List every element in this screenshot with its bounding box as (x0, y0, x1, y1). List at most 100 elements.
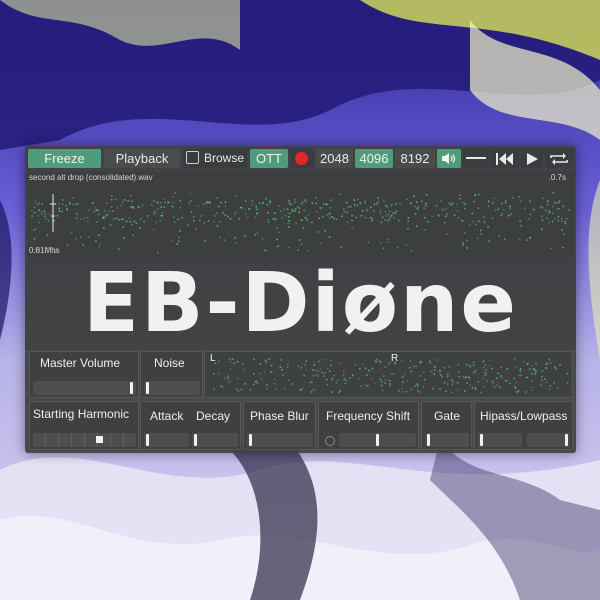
master-volume-slider[interactable] (33, 381, 136, 395)
stereo-dot (439, 370, 441, 373)
stereo-dot (227, 377, 229, 379)
phase-blur-thumb[interactable] (249, 434, 252, 446)
spectrum-dot (157, 208, 159, 210)
speaker-button[interactable] (437, 149, 461, 168)
decay-slider[interactable] (192, 433, 238, 447)
spectrum-dot (558, 200, 561, 202)
noise-thumb[interactable] (146, 382, 149, 394)
attack-thumb[interactable] (146, 434, 149, 446)
stereo-dot (331, 378, 333, 381)
stereo-dot (282, 374, 284, 377)
stereo-dot (413, 365, 415, 368)
stereo-dot (266, 384, 268, 386)
lowpass-thumb[interactable] (565, 434, 568, 446)
stereo-dot (213, 372, 215, 375)
stereo-dot (524, 391, 527, 393)
stereo-dot (217, 372, 220, 375)
stereo-dot (535, 362, 537, 365)
line-button[interactable] (463, 149, 489, 168)
playback-button[interactable]: Playback (104, 149, 180, 168)
stereo-dot (515, 381, 517, 384)
frequency-shift-label: Frequency Shift (326, 409, 411, 423)
spectrum-dot (462, 244, 464, 246)
spectrum-dot (69, 203, 71, 205)
spectrum-dot (229, 218, 232, 220)
fft-8192-button[interactable]: 8192 (395, 149, 435, 168)
stereo-dot (398, 390, 400, 392)
master-volume-thumb[interactable] (130, 382, 133, 394)
spectrum-dot (79, 218, 82, 220)
frequency-shift-slider[interactable] (339, 433, 416, 447)
stereo-dot (333, 374, 336, 377)
harmonic-tick (123, 433, 124, 447)
spectrum-dot (554, 202, 556, 204)
hipass-slider[interactable] (478, 433, 522, 447)
browse-toggle[interactable]: Browse (183, 149, 247, 168)
spectrum-dot (424, 217, 426, 219)
stereo-dot (439, 374, 442, 376)
fft-4096-button[interactable]: 4096 (355, 149, 393, 168)
spectrum-dot (315, 197, 317, 199)
starting-harmonic-thumb[interactable] (96, 436, 103, 443)
stereo-dot (492, 384, 494, 387)
spectrum-dot (146, 215, 149, 217)
lowpass-slider[interactable] (527, 433, 570, 447)
stereo-dot (288, 379, 290, 381)
spectrum-dot (298, 211, 300, 213)
spectrum-dot (120, 204, 122, 207)
spectrum-dot (140, 218, 142, 220)
attack-slider[interactable] (144, 433, 189, 447)
gate-slider[interactable] (425, 433, 469, 447)
spectrum-dot (474, 194, 477, 196)
freeze-button[interactable]: Freeze (28, 149, 101, 168)
spectrum-dot (548, 221, 550, 224)
starting-harmonic-slider[interactable] (33, 433, 136, 447)
stereo-dot (273, 383, 276, 385)
fft-2048-button[interactable]: 2048 (316, 149, 353, 168)
spectrum-dot (528, 218, 530, 220)
stereo-dot (513, 358, 516, 360)
spectrum-dot (222, 212, 224, 214)
spectrum-dot (273, 212, 276, 214)
spectrum-dot (120, 218, 123, 220)
stereo-dot (531, 380, 533, 382)
stereo-dot (445, 390, 447, 392)
spectrum-dot (541, 219, 544, 221)
harmonic-tick (84, 433, 85, 447)
stereo-dot (527, 363, 529, 365)
skip-back-button[interactable] (491, 149, 519, 168)
play-button[interactable] (521, 149, 543, 168)
stereo-dot (499, 386, 501, 388)
decay-thumb[interactable] (194, 434, 197, 446)
spectrum-dot (209, 202, 211, 204)
browse-checkbox[interactable] (185, 151, 199, 164)
gate-thumb[interactable] (427, 434, 430, 446)
stereo-dot (529, 368, 531, 370)
stereo-dot (559, 364, 561, 366)
spectrum-dot (369, 217, 372, 219)
ott-button[interactable]: OTT (250, 149, 288, 168)
spectrum-dot (161, 212, 164, 214)
stereo-dot (311, 381, 313, 383)
stereo-dot (244, 383, 246, 385)
stereo-dot (500, 366, 502, 369)
frequency-shift-toggle[interactable] (325, 436, 335, 446)
spectrum-dot (286, 208, 289, 210)
spectrum-dot (328, 236, 331, 238)
noise-slider[interactable] (144, 381, 200, 395)
spectrum-dot (307, 249, 309, 252)
loop-button[interactable] (545, 149, 573, 168)
harmonic-tick (58, 433, 59, 447)
hipass-thumb[interactable] (480, 434, 483, 446)
stereo-dot (432, 387, 434, 390)
frequency-shift-thumb[interactable] (376, 434, 379, 446)
spectrum-dot (61, 199, 64, 201)
spectrogram-display[interactable]: second alt drop (consolidated).wav .0.7s… (27, 172, 574, 258)
stereo-dot (506, 368, 509, 370)
phase-blur-slider[interactable] (247, 433, 313, 447)
spectrum-dot (110, 206, 113, 208)
spectrum-dot (519, 220, 521, 222)
spectrum-dot (471, 212, 474, 215)
spectrum-dot (93, 211, 95, 213)
spectrum-dot (512, 197, 514, 199)
